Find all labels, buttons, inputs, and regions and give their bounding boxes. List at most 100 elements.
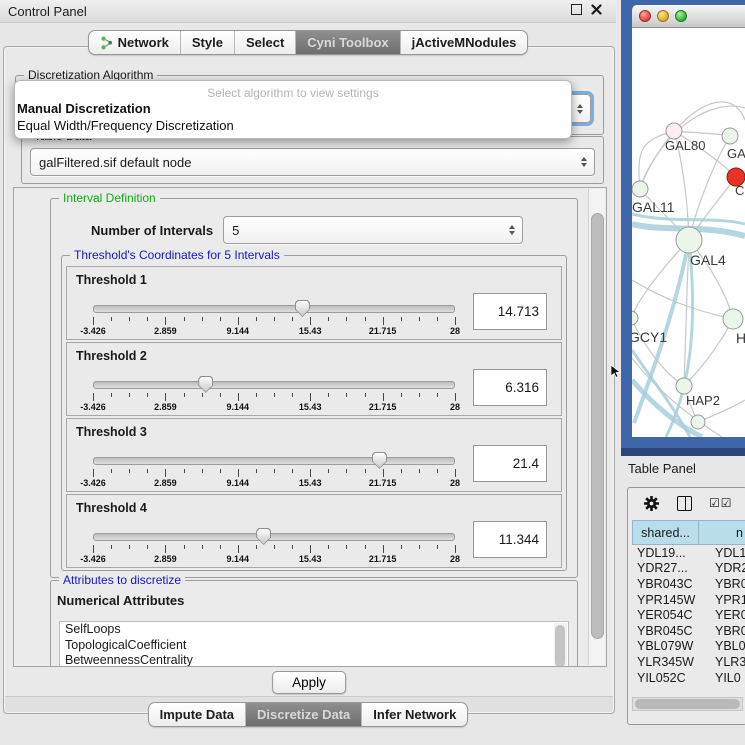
threshold-value-field[interactable]: 14.713 [473,293,547,330]
tab-style[interactable]: Style [180,31,234,54]
network-window-titlebar[interactable] [632,5,745,28]
tab-label: Style [192,35,223,50]
network-node-label: GAL80 [665,138,705,153]
number-of-intervals-combobox[interactable]: 5 [223,216,523,244]
table-row[interactable]: YDL19...YDL1 [632,545,745,561]
column-header-name[interactable]: n [699,520,745,545]
network-node-label: GA [727,146,745,161]
table-rows: YDL19...YDL1YDR27...YDR2YBR043CYBR0YPR14… [632,545,745,698]
slider-track[interactable] [93,381,455,389]
tab-impute-data[interactable]: Impute Data [149,703,245,726]
scrollbar-thumb[interactable] [635,699,740,709]
close-traffic-light-icon[interactable] [639,10,651,22]
table-row[interactable]: YPR145WYPR1 [632,592,745,608]
table-row[interactable]: YDR27...YDR2 [632,561,745,577]
checkbox-pair-icon[interactable]: ☑☑ [709,496,733,510]
slider-thumb[interactable] [256,528,271,545]
scrollbar-thumb[interactable] [591,213,604,639]
cell-shared-name: YLR345W [632,655,715,669]
algorithm-option[interactable]: Manual Discretization [15,100,571,117]
slider-thumb[interactable] [295,300,310,317]
threshold-slider[interactable]: -3.4262.8599.14415.4321.71528 [93,449,455,489]
threshold-slider[interactable]: -3.4262.8599.14415.4321.71528 [93,297,455,337]
column-selector-icon[interactable] [677,496,692,511]
tab-infer-network[interactable]: Infer Network [361,703,467,726]
attributes-legend: Attributes to discretize [59,573,185,587]
threshold-slider[interactable]: -3.4262.8599.14415.4321.71528 [93,525,455,565]
attribute-item[interactable]: BetweennessCentrality [60,653,568,667]
number-of-intervals-value: 5 [232,223,239,238]
network-node[interactable] [722,128,738,144]
tab-select[interactable]: Select [234,31,295,54]
slider-thumb[interactable] [198,376,213,393]
attribute-item[interactable]: TopologicalCoefficient [60,638,568,654]
slider-thumb[interactable] [372,452,387,469]
threshold-box: Threshold 1-3.4262.8599.14415.4321.71528… [66,266,562,340]
network-node[interactable] [691,415,705,429]
attribute-item[interactable]: SelfLoops [60,622,568,638]
network-node[interactable] [723,309,743,329]
slider-track[interactable] [93,533,455,541]
cyni-toolbox-panel: Discretization Algorithm Table Data galF… [3,46,615,714]
float-window-icon[interactable] [571,4,582,15]
tab-jactivemnodules[interactable]: jActiveMNodules [400,31,528,54]
network-node[interactable] [676,378,692,394]
bottom-tab-bar: Impute Data Discretize Data Infer Network [0,702,616,727]
table-row[interactable]: YLR345WYLR3 [632,654,745,670]
threshold-list: Threshold 1-3.4262.8599.14415.4321.71528… [62,266,566,570]
close-icon[interactable] [591,4,602,15]
gear-icon[interactable] [643,495,660,512]
apply-button[interactable]: Apply [272,671,346,694]
network-canvas[interactable]: GAL80GACGAL11GAL4GCY1HHAP2 [632,28,745,437]
cell-name: YPR1 [715,593,745,607]
attributes-scrollbar[interactable] [554,623,567,667]
slider-ticks [93,545,455,553]
network-node-label: C [735,183,744,198]
table-panel: ☑☑ shared... n YDL19...YDL1YDR27...YDR2Y… [627,487,745,725]
table-horizontal-scrollbar[interactable] [632,697,743,711]
threshold-value-field[interactable]: 21.4 [473,445,547,482]
slider-ticks [93,393,455,401]
table-data-combobox[interactable]: galFiltered.sif default node [30,148,595,176]
algorithm-option[interactable]: Equal Width/Frequency Discretization [15,117,571,134]
column-header-shared[interactable]: shared... [632,520,699,545]
threshold-slider[interactable]: -3.4262.8599.14415.4321.71528 [93,373,455,413]
table-row[interactable]: YER054CYER0 [632,607,745,623]
threshold-value-field[interactable]: 6.316 [473,369,547,406]
tab-label: Select [246,35,284,50]
slider-track[interactable] [93,305,455,313]
network-edge[interactable] [632,280,733,319]
table-row[interactable]: YBR043CYBR0 [632,576,745,592]
threshold-box: Threshold 4-3.4262.8599.14415.4321.71528… [66,494,562,568]
tab-label: Discretize Data [257,707,350,722]
combo-spinner-icon[interactable] [506,217,518,243]
cell-shared-name: YIL052C [632,671,715,685]
cell-name: YLR3 [715,655,745,669]
zoom-traffic-light-icon[interactable] [675,10,687,22]
cell-name: YER0 [715,608,745,622]
network-node[interactable] [666,123,682,139]
network-node[interactable] [632,181,648,197]
table-row[interactable]: YIL052CYIL0 [632,670,745,686]
cell-shared-name: YBR043C [632,577,715,591]
numerical-attributes-list[interactable]: SelfLoopsTopologicalCoefficientBetweenne… [59,621,569,667]
combo-spinner-icon[interactable] [578,149,590,175]
threshold-value-field[interactable]: 11.344 [473,521,547,558]
slider-track[interactable] [93,457,455,465]
tab-network[interactable]: Network [89,31,180,54]
network-node[interactable] [632,311,638,325]
tab-discretize-data[interactable]: Discretize Data [245,703,361,726]
thresholds-group: Threshold's Coordinates for 5 Intervals … [61,255,567,571]
settings-vertical-scrollbar[interactable] [588,189,605,665]
slider-tick-labels: -3.4262.8599.14415.4321.71528 [93,554,455,564]
minimize-traffic-light-icon[interactable] [657,10,669,22]
slider-tick-labels: -3.4262.8599.14415.4321.71528 [93,478,455,488]
table-row[interactable]: YBL079WYBL0 [632,639,745,655]
tab-cyni-toolbox[interactable]: Cyni Toolbox [295,31,399,54]
network-node[interactable] [676,227,702,253]
cell-shared-name: YBR045C [632,624,715,638]
tab-label: Infer Network [373,707,456,722]
table-row[interactable]: YBR045CYBR0 [632,623,745,639]
cell-shared-name: YER054C [632,608,715,622]
threshold-label: Threshold 2 [67,343,561,363]
